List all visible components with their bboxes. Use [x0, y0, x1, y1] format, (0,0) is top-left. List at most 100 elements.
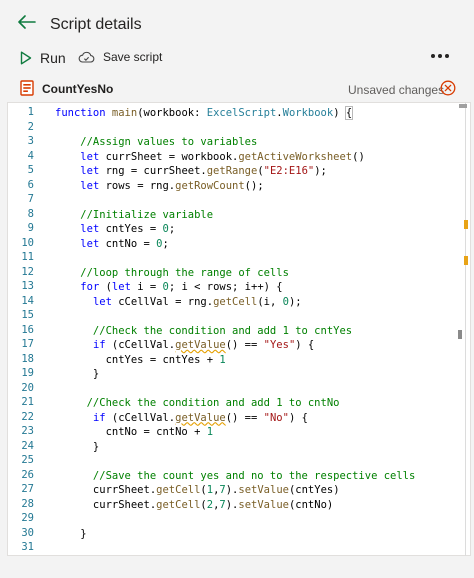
line-number: 16 — [21, 323, 34, 336]
line-number: 27 — [21, 483, 34, 495]
code-token: let — [80, 150, 100, 163]
script-file-icon — [20, 80, 34, 96]
code-line[interactable]: //Check the condition and add 1 to cntYe… — [55, 324, 352, 339]
editor-scrollbar[interactable] — [457, 102, 471, 556]
line-number: 21 — [21, 396, 34, 408]
code-token: //Check the condition and add 1 to cntYe… — [55, 324, 353, 337]
line-number: 5 — [27, 164, 34, 176]
unsaved-changes-status: Unsaved changes — [348, 83, 445, 97]
code-token: setValue — [238, 484, 289, 496]
code-line[interactable]: let cntYes = 0; — [55, 222, 175, 237]
code-line[interactable]: } — [55, 367, 99, 382]
run-label: Run — [40, 50, 66, 66]
line-number: 18 — [21, 352, 34, 365]
discard-changes-button[interactable] — [440, 80, 456, 96]
back-button[interactable] — [16, 13, 38, 31]
save-script-button[interactable]: Save script — [78, 50, 162, 64]
code-token: "No" — [263, 411, 289, 424]
more-horizontal-icon — [431, 54, 435, 58]
code-token: getValue — [175, 411, 226, 424]
code-line[interactable]: } — [55, 527, 86, 542]
code-token: //Assign values to variables — [55, 136, 258, 148]
line-number: 31 — [21, 541, 34, 553]
code-token: //Initialize variable — [55, 208, 214, 221]
code-line[interactable]: } — [55, 440, 99, 455]
code-line[interactable]: cntNo = cntNo + 1 — [55, 425, 213, 440]
code-line[interactable]: for (let i = 0; i < rows; i++) { — [55, 280, 282, 295]
code-line[interactable]: let cCellVal = rng.getCell(i, 0); — [55, 295, 302, 310]
code-token: Workbook — [282, 107, 334, 119]
line-number: 24 — [21, 439, 34, 452]
arrow-left-icon — [18, 15, 36, 29]
cloud-save-icon — [78, 51, 95, 63]
code-line[interactable]: if (cCellVal.getValue() == "Yes") { — [55, 338, 314, 353]
code-line[interactable]: let currSheet = workbook.getActiveWorksh… — [55, 150, 365, 165]
code-line[interactable]: //Initialize variable — [55, 208, 213, 223]
line-number: 6 — [27, 178, 34, 191]
code-area[interactable]: function main(workbook: ExcelScript.Work… — [55, 103, 455, 555]
code-line[interactable]: //Save the count yes and no to the respe… — [55, 469, 415, 484]
code-token: 7 — [219, 498, 226, 511]
code-token: getRange — [206, 165, 258, 177]
code-token: { — [344, 106, 354, 120]
line-number-gutter: 1 2 3 4 5 6 7 8 9 10 11 12 13 14 15 16 17 18 19 20 21 22 23 24 2… — [8, 103, 48, 555]
code-line[interactable]: let rng = currSheet.getRange("E2:E16"); — [55, 164, 327, 179]
script-file-row: CountYesNo Unsaved changes — [0, 78, 474, 100]
line-number: 2 — [27, 120, 34, 133]
line-number: 10 — [21, 236, 34, 249]
code-line[interactable]: let rows = rng.getRowCount(); — [55, 179, 263, 194]
code-token: //Save the count yes and no to the respe… — [55, 469, 416, 482]
line-number: 19 — [21, 367, 34, 379]
code-line[interactable]: //loop through the range of cells — [55, 266, 289, 281]
line-number: 3 — [27, 135, 34, 147]
line-number: 8 — [27, 207, 34, 220]
code-token: 0 — [162, 223, 169, 235]
code-token: setValue — [238, 498, 289, 511]
run-button[interactable]: Run — [20, 50, 66, 66]
toolbar: Run Save script — [0, 44, 474, 74]
line-number: 26 — [21, 468, 34, 481]
code-token: if — [92, 339, 106, 351]
code-token: getRowCount — [175, 179, 245, 192]
code-token: let — [111, 281, 131, 293]
line-number: 15 — [21, 309, 34, 321]
code-token: getCell — [156, 484, 201, 496]
code-line[interactable]: currSheet.getCell(2,7).setValue(cntNo) — [55, 498, 333, 513]
line-number: 20 — [21, 381, 34, 394]
code-line[interactable]: let cntNo = 0; — [55, 237, 169, 252]
line-number: 11 — [21, 251, 34, 263]
code-token: ExcelScript — [206, 107, 277, 119]
code-line[interactable]: if (cCellVal.getValue() == "No") { — [55, 411, 308, 426]
code-line[interactable]: currSheet.getCell(1,7).setValue(cntYes) — [55, 483, 340, 498]
warning-marker — [464, 256, 468, 265]
more-dot — [445, 54, 449, 58]
code-token: 1 — [206, 426, 214, 438]
code-line[interactable]: function main(workbook: ExcelScript.Work… — [55, 106, 354, 121]
play-icon — [20, 51, 32, 65]
more-options-button[interactable] — [431, 50, 451, 62]
code-editor[interactable]: 1 2 3 4 5 6 7 8 9 10 11 12 13 14 15 16 17 18 19 20 21 22 23 24 2… — [7, 102, 471, 556]
code-token: //Check the condition and add 1 to cntNo — [55, 397, 340, 409]
warning-marker — [464, 220, 468, 229]
header: Script details — [0, 0, 474, 44]
line-number: 17 — [21, 338, 34, 350]
line-number: 25 — [21, 454, 34, 466]
cursor-marker — [458, 330, 462, 339]
code-line[interactable]: //Check the condition and add 1 to cntNo — [55, 396, 340, 411]
line-number: 30 — [21, 526, 34, 539]
code-line[interactable]: cntYes = cntYes + 1 — [55, 353, 226, 368]
code-token: getActiveWorksheet — [238, 150, 353, 163]
script-name: CountYesNo — [42, 82, 114, 96]
page-title: Script details — [50, 16, 142, 33]
code-line[interactable]: //Assign values to variables — [55, 135, 257, 150]
line-number: 29 — [21, 512, 34, 524]
line-number: 14 — [21, 294, 34, 307]
scroll-thumb[interactable] — [459, 104, 467, 108]
code-token: getValue — [175, 339, 226, 351]
code-token: let — [80, 223, 100, 235]
more-dot — [438, 54, 442, 58]
code-token: main — [111, 107, 138, 119]
line-number: 9 — [27, 222, 34, 234]
line-number: 1 — [27, 106, 34, 118]
code-token: function — [55, 107, 106, 119]
